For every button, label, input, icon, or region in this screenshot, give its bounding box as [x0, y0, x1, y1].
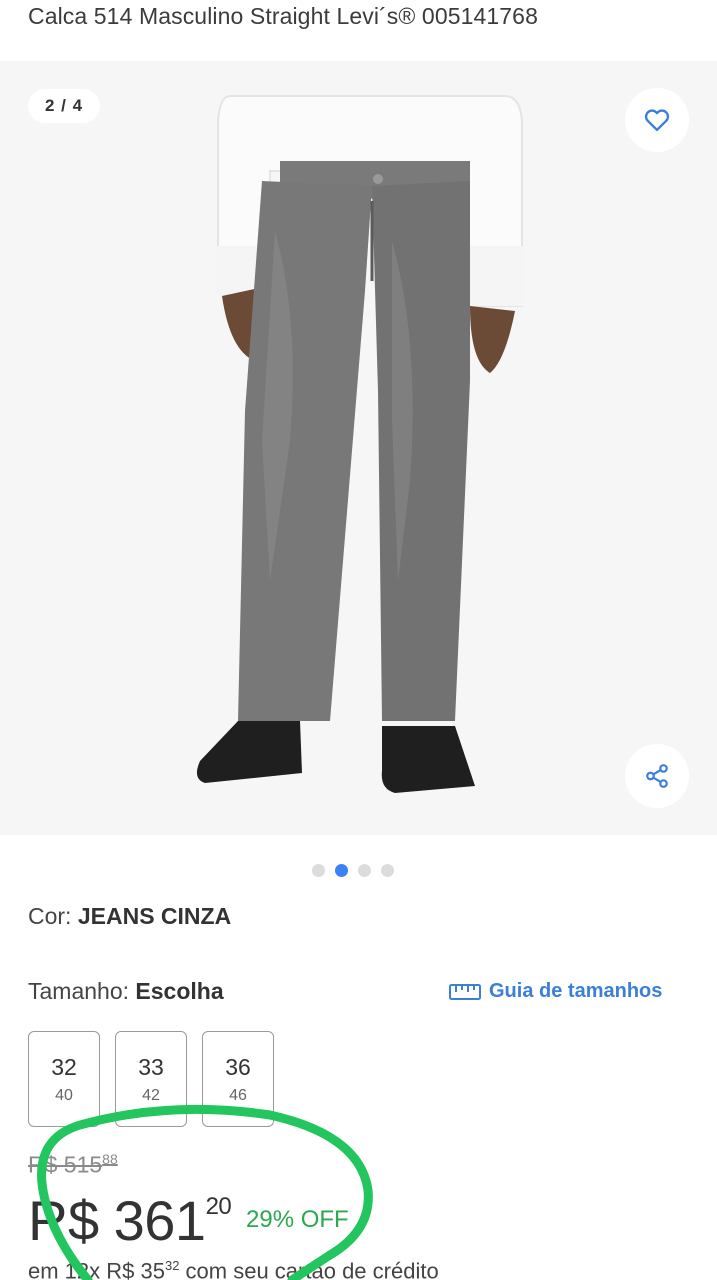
heart-icon	[644, 109, 670, 132]
discount-badge: 29% OFF	[246, 1206, 349, 1233]
size-option-label: 36	[225, 1053, 251, 1080]
size-option-equiv: 42	[142, 1086, 160, 1104]
carousel-dots	[312, 864, 394, 877]
installments-prefix: em 12x R$ 35	[28, 1258, 165, 1280]
size-info: Tamanho: Escolha	[28, 978, 224, 1005]
product-photo[interactable]	[0, 61, 717, 835]
size-option[interactable]: 32 40	[28, 1031, 100, 1127]
share-icon	[646, 764, 668, 788]
color-value: JEANS CINZA	[77, 903, 232, 929]
product-image-gallery[interactable]: 2 / 4	[0, 61, 717, 835]
share-button[interactable]	[625, 744, 689, 808]
old-price: R$ 51588	[28, 1151, 118, 1179]
installments-cents: 32	[164, 1258, 180, 1273]
size-guide-label: Guia de tamanhos	[489, 980, 663, 1002]
size-option-equiv: 46	[229, 1086, 247, 1104]
current-price: R$ 36120	[28, 1188, 232, 1253]
product-title: Calca 514 Masculino Straight Levi´s® 005…	[28, 3, 538, 29]
carousel-dot-active[interactable]	[335, 864, 348, 877]
installments-info: em 12x R$ 3532 com seu cartão de crédito	[28, 1258, 439, 1280]
color-label: Cor:	[28, 903, 72, 929]
ruler-icon	[449, 983, 481, 1000]
size-guide-link[interactable]: Guia de tamanhos	[449, 980, 662, 1003]
color-info: Cor: JEANS CINZA	[28, 903, 231, 930]
size-label: Tamanho:	[28, 978, 130, 1004]
price-main: R$ 361	[28, 1189, 206, 1252]
old-price-main: R$ 515	[28, 1151, 103, 1178]
carousel-dot[interactable]	[358, 864, 371, 877]
size-option-label: 33	[138, 1053, 164, 1080]
size-option-label: 32	[51, 1053, 77, 1080]
size-value: Escolha	[135, 978, 224, 1004]
size-option-equiv: 40	[55, 1086, 73, 1104]
size-option[interactable]: 33 42	[115, 1031, 187, 1127]
size-option[interactable]: 36 46	[202, 1031, 274, 1127]
carousel-dot[interactable]	[381, 864, 394, 877]
price-cents: 20	[205, 1193, 232, 1220]
old-price-cents: 88	[102, 1151, 118, 1167]
image-counter: 2 / 4	[28, 89, 100, 123]
carousel-dot[interactable]	[312, 864, 325, 877]
installments-suffix: com seu cartão de crédito	[179, 1258, 439, 1280]
favorite-button[interactable]	[625, 88, 689, 152]
size-options: 32 40 33 42 36 46	[28, 1031, 274, 1127]
